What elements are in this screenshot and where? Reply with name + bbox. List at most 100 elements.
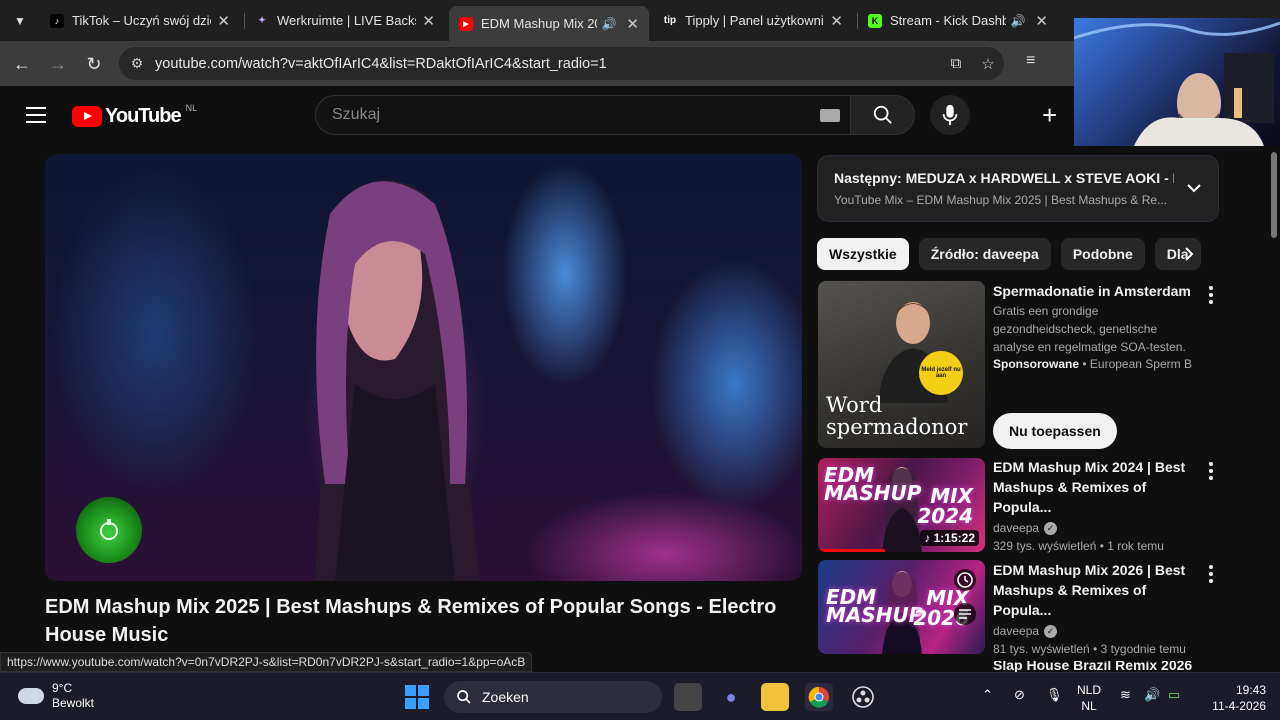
battery-icon[interactable]: ▭ bbox=[1168, 687, 1180, 703]
windows-start-icon[interactable] bbox=[405, 685, 429, 709]
close-tab-icon[interactable]: ✕ bbox=[626, 15, 639, 33]
video-thumbnail[interactable]: EDM MASHUP MIX 2026 bbox=[818, 560, 985, 654]
ad-thumbnail[interactable]: Meld jezelf nu aan Word spermadonor bbox=[818, 281, 985, 448]
ad-cta-button[interactable]: Nu toepassen bbox=[993, 413, 1117, 449]
more-options-icon[interactable] bbox=[1209, 565, 1213, 586]
taskbar-search[interactable]: Zoeken bbox=[444, 681, 662, 713]
tab-kick[interactable]: K Stream - Kick Dashboard 🔊 ✕ bbox=[858, 6, 1058, 35]
task-view-icon[interactable] bbox=[674, 683, 702, 711]
verified-icon: ✓ bbox=[1044, 624, 1058, 638]
channel-line: daveepa ✓ bbox=[993, 521, 1198, 535]
tab-search-dropdown-icon[interactable]: ▼ bbox=[6, 8, 34, 34]
video-title: EDM Mashup Mix 2025 | Best Mashups & Rem… bbox=[45, 596, 777, 646]
close-tab-icon[interactable]: ✕ bbox=[830, 12, 843, 30]
webcam-overlay bbox=[1074, 18, 1280, 146]
network-off-icon[interactable]: ⊘ bbox=[1014, 687, 1025, 703]
channel-watermark-icon[interactable] bbox=[76, 497, 142, 563]
video-thumbnail[interactable]: EDM MASHUP MIX 2024 ♪ 1:15:22 bbox=[818, 458, 985, 552]
menu-icon[interactable] bbox=[26, 107, 46, 123]
tab-werkruimte[interactable]: ✦ Werkruimte | LIVE Backstage ✕ bbox=[245, 6, 445, 35]
watch-later-icon[interactable] bbox=[953, 568, 977, 592]
forward-arrow-icon[interactable]: → bbox=[46, 52, 70, 76]
video-player[interactable] bbox=[45, 154, 802, 581]
microphone-icon[interactable]: 🎙 bbox=[1046, 687, 1063, 703]
microphone-icon bbox=[942, 104, 958, 126]
logo-text: YouTube bbox=[105, 105, 182, 127]
create-plus-icon[interactable]: + bbox=[1042, 102, 1057, 128]
channel-name[interactable]: daveepa bbox=[993, 624, 1039, 638]
tab-title: EDM Mashup Mix 2025 bbox=[481, 16, 597, 31]
chip-all[interactable]: Wszystkie bbox=[817, 238, 909, 270]
url-text[interactable]: youtube.com/watch?v=aktOfIArIC4&list=RDa… bbox=[155, 56, 940, 72]
site-info-icon[interactable]: ⚙ bbox=[119, 55, 155, 72]
more-options-icon[interactable] bbox=[1209, 462, 1213, 483]
reload-icon[interactable]: ↻ bbox=[82, 52, 106, 76]
add-to-queue-icon[interactable] bbox=[953, 602, 977, 626]
tab-edm-mashup[interactable]: ▶ EDM Mashup Mix 2025 🔊 ✕ bbox=[449, 6, 649, 41]
up-next-panel[interactable]: Następny: MEDUZA x HARDWELL x STEVE AOKI… bbox=[817, 155, 1219, 222]
keyboard-layout: NL bbox=[1081, 699, 1097, 713]
obs-icon[interactable] bbox=[849, 683, 877, 711]
bookmark-star-icon[interactable]: ☆ bbox=[972, 55, 1004, 73]
chevron-up-icon[interactable]: ⌃ bbox=[982, 687, 993, 703]
tab-title: Werkruimte | LIVE Backstage bbox=[277, 13, 416, 28]
watch-progress-bar bbox=[818, 549, 885, 552]
language-indicator[interactable]: NLD NL bbox=[1077, 682, 1101, 714]
back-arrow-icon[interactable]: ← bbox=[10, 52, 34, 76]
close-tab-icon[interactable]: ✕ bbox=[422, 12, 435, 30]
webcam-person-image bbox=[1074, 21, 1280, 146]
weather-widget[interactable]: 9°C Bewolkt bbox=[18, 681, 94, 711]
youtube-logo[interactable]: YouTube NL bbox=[72, 103, 197, 128]
more-options-icon[interactable] bbox=[1209, 286, 1213, 307]
voice-search-button[interactable] bbox=[930, 95, 970, 135]
thumb-right-text: MIX 2024 bbox=[917, 484, 973, 528]
video-info[interactable]: EDM Mashup Mix 2024 | Best Mashups & Rem… bbox=[993, 457, 1198, 553]
taskbar-clock[interactable]: 19:43 11-4-2026 bbox=[1200, 682, 1266, 714]
filter-chips: Wszystkie Źródło: daveepa Podobne Dla bbox=[817, 238, 1207, 271]
media-controls-icon[interactable]: ≡ bbox=[1026, 52, 1035, 70]
video-meta: 81 tys. wyświetleń • 3 tygodnie temu bbox=[993, 642, 1186, 656]
tiktok-icon: ♪ bbox=[50, 13, 64, 28]
chrome-logo bbox=[808, 686, 829, 708]
search-icon bbox=[457, 690, 471, 704]
search-box bbox=[315, 95, 851, 135]
search-input[interactable] bbox=[332, 106, 820, 124]
ad-description: Gratis een grondige gezondheidscheck, ge… bbox=[993, 304, 1186, 354]
duration-text: 1:15:22 bbox=[933, 531, 975, 545]
chrome-icon[interactable] bbox=[805, 683, 833, 711]
chevron-right-icon[interactable] bbox=[1182, 246, 1196, 262]
ad-thumb-text: Word spermadonor bbox=[826, 393, 968, 439]
volume-icon[interactable]: 🔊 bbox=[1144, 687, 1160, 703]
video-info[interactable]: EDM Mashup Mix 2026 | Best Mashups & Rem… bbox=[993, 560, 1198, 656]
link-status-bar: https://www.youtube.com/watch?v=0n7vDR2P… bbox=[0, 652, 533, 672]
video-info-partial[interactable]: Slap House Brazil Remix 2026 bbox=[993, 661, 1198, 672]
scrollbar-thumb[interactable] bbox=[1271, 152, 1277, 238]
kick-icon: K bbox=[868, 13, 882, 28]
file-explorer-icon[interactable] bbox=[761, 683, 789, 711]
windows-taskbar: 9°C Bewolkt Zoeken ● ⌃ ⊘ 🎙 NLD NL ≋ 🔊 ▭ 1… bbox=[0, 672, 1280, 720]
clock-date: 11-4-2026 bbox=[1212, 699, 1266, 713]
chevron-down-icon[interactable] bbox=[1186, 180, 1202, 196]
speaker-icon[interactable]: 🔊 bbox=[1010, 14, 1025, 28]
speaker-icon[interactable]: 🔊 bbox=[601, 17, 616, 31]
keyboard-icon[interactable] bbox=[820, 108, 840, 122]
close-tab-icon[interactable]: ✕ bbox=[217, 12, 230, 30]
wifi-icon[interactable]: ≋ bbox=[1120, 687, 1131, 703]
tab-tiktok[interactable]: ♪ TikTok – Uczyń swój dzień ✕ bbox=[40, 6, 240, 35]
advertiser-name: European Sperm B... bbox=[1089, 357, 1193, 371]
close-tab-icon[interactable]: ✕ bbox=[1035, 12, 1048, 30]
channel-name[interactable]: daveepa bbox=[993, 521, 1039, 535]
teams-icon[interactable]: ● bbox=[717, 683, 745, 711]
search-button[interactable] bbox=[851, 95, 915, 135]
chip-source[interactable]: Źródło: daveepa bbox=[918, 238, 1051, 270]
address-bar[interactable]: ⚙ youtube.com/watch?v=aktOfIArIC4&list=R… bbox=[119, 47, 1004, 80]
tab-tipply[interactable]: tip Tipply | Panel użytkownika ✕ bbox=[653, 6, 853, 35]
chip-related[interactable]: Podobne bbox=[1060, 238, 1145, 270]
scrollbar[interactable] bbox=[1268, 146, 1280, 672]
ad-sponsor-line: Sponsorowane • European Sperm B... bbox=[993, 357, 1193, 371]
search-icon bbox=[873, 105, 892, 124]
install-app-icon[interactable]: ⧉ bbox=[940, 55, 972, 72]
ad-info[interactable]: Spermadonatie in Amsterdam Gratis een gr… bbox=[993, 283, 1193, 371]
channel-line: daveepa ✓ bbox=[993, 624, 1198, 638]
clock-time: 19:43 bbox=[1235, 683, 1266, 697]
